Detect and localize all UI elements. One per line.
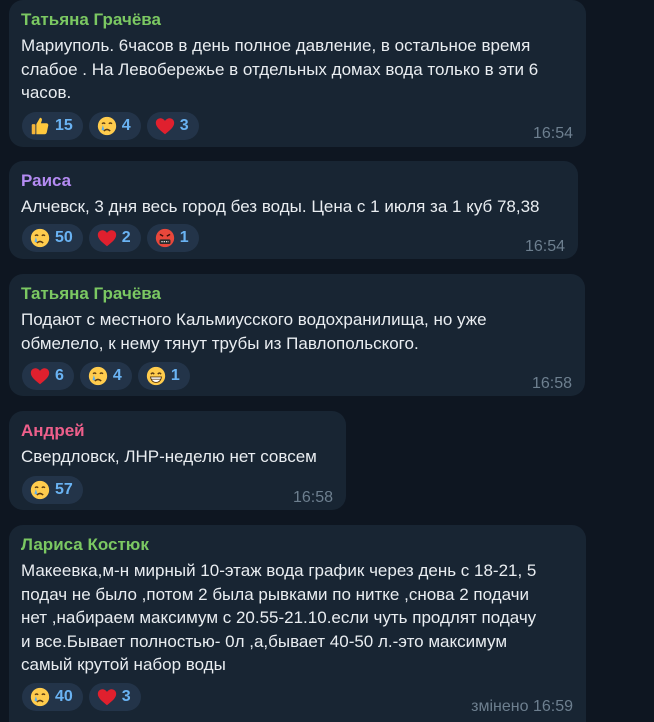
message-text-line: обмелело, к нему тянут трубы из Павлопол… bbox=[21, 333, 419, 353]
reaction-red-heart[interactable]: 2 bbox=[88, 224, 141, 252]
message-text-line: нет ,набираем максимум с 20.55-21.10.есл… bbox=[21, 608, 537, 627]
reaction-crying-face[interactable]: 57 bbox=[22, 476, 83, 504]
reaction-crying-face[interactable]: 40 bbox=[22, 683, 83, 711]
message-author[interactable]: Раиса bbox=[21, 170, 566, 192]
reaction-count: 1 bbox=[170, 367, 180, 384]
reaction-count: 3 bbox=[121, 688, 131, 705]
grinning-face-icon bbox=[146, 366, 165, 386]
reactions-bar: 15 4 3 bbox=[22, 112, 199, 140]
message-text-line: подач не было ,потом 2 была рывками по н… bbox=[21, 584, 530, 604]
message-text-line: Мариуполь. 6часов в день полное давление… bbox=[21, 36, 531, 55]
message-text-line: Алчевск, 3 дня весь город без воды. Цена… bbox=[21, 197, 540, 216]
message-time: 16:58 bbox=[531, 375, 572, 392]
crying-face-icon bbox=[30, 687, 50, 707]
red-heart-icon bbox=[97, 689, 116, 706]
message-text: Подают с местного Кальмиусского водохран… bbox=[21, 308, 573, 355]
message-text: Мариуполь. 6часов в день полное давление… bbox=[21, 34, 574, 105]
reaction-red-heart[interactable]: 6 bbox=[22, 362, 74, 390]
reaction-crying-face[interactable]: 4 bbox=[79, 362, 132, 390]
reactions-bar: 50 2 1 bbox=[22, 224, 199, 252]
message-bubble[interactable]: Андрей Свердловск, ЛНР-неделю нет совсем… bbox=[9, 411, 346, 510]
red-heart-icon bbox=[30, 368, 50, 385]
reaction-count: 4 bbox=[112, 367, 122, 384]
message-author[interactable]: Лариса Костюк bbox=[21, 534, 574, 556]
message-bubble[interactable]: Раиса Алчевск, 3 дня весь город без воды… bbox=[9, 161, 578, 259]
message-text-line: Подают с местного Кальмиусского водохран… bbox=[21, 310, 487, 329]
message-bubble[interactable]: Татьяна Грачёва Мариуполь. 6часов в день… bbox=[9, 0, 586, 147]
reaction-count: 3 bbox=[179, 117, 189, 134]
reaction-count: 6 bbox=[55, 367, 64, 384]
reactions-bar: 57 bbox=[22, 476, 83, 504]
message-time: 16:54 bbox=[524, 238, 565, 255]
reaction-crying-face[interactable]: 50 bbox=[22, 224, 83, 252]
message-text-line: слабое . На Левобережье в отдельных дома… bbox=[21, 59, 539, 79]
message-text: Свердловск, ЛНР-неделю нет совсем bbox=[21, 445, 334, 469]
message-text: Алчевск, 3 дня весь город без воды. Цена… bbox=[21, 195, 566, 219]
message-text-line: Свердловск, ЛНР-неделю нет совсем bbox=[21, 447, 317, 466]
reaction-count: 1 bbox=[179, 229, 189, 246]
reaction-crying-face[interactable]: 4 bbox=[88, 112, 141, 140]
red-heart-icon bbox=[97, 230, 116, 247]
message-bubble[interactable]: Татьяна Грачёва Подают с местного Кальми… bbox=[9, 274, 585, 396]
crying-face-icon bbox=[30, 228, 50, 248]
reaction-red-heart[interactable]: 3 bbox=[146, 112, 199, 140]
message-author[interactable]: Татьяна Грачёва bbox=[21, 9, 574, 31]
reaction-count: 40 bbox=[55, 688, 73, 705]
reactions-bar: 6 4 1 bbox=[22, 362, 190, 390]
message-text-line: часов. bbox=[21, 83, 72, 102]
reaction-count: 2 bbox=[121, 229, 131, 246]
message-time: змінено 16:59 bbox=[471, 698, 573, 715]
reaction-swearing-face[interactable]: 1 bbox=[146, 224, 199, 252]
message-feed: Татьяна Грачёва Мариуполь. 6часов в день… bbox=[0, 0, 654, 722]
message-author[interactable]: Татьяна Грачёва bbox=[21, 283, 573, 305]
reaction-count: 57 bbox=[55, 481, 73, 498]
crying-face-icon bbox=[88, 366, 108, 386]
reaction-red-heart[interactable]: 3 bbox=[88, 683, 141, 711]
red-heart-icon bbox=[155, 118, 174, 135]
reactions-bar: 40 3 bbox=[22, 683, 141, 711]
reaction-grinning-face[interactable]: 1 bbox=[137, 362, 190, 390]
message-time: 16:54 bbox=[532, 125, 573, 142]
crying-face-icon bbox=[97, 116, 116, 136]
message-text-line: самый крутой набор воды bbox=[21, 655, 226, 674]
reaction-count: 50 bbox=[55, 229, 73, 246]
crying-face-icon bbox=[30, 480, 50, 500]
message-author[interactable]: Андрей bbox=[21, 420, 334, 442]
swearing-face-icon bbox=[155, 228, 174, 248]
thumbs-up-icon bbox=[31, 117, 49, 135]
reaction-count: 4 bbox=[121, 117, 131, 134]
message-bubble[interactable]: Лариса Костюк Макеевка,м-н мирный 10-эта… bbox=[9, 525, 586, 722]
reaction-thumbs-up[interactable]: 15 bbox=[22, 112, 83, 140]
reaction-count: 15 bbox=[55, 117, 73, 134]
message-time: 16:58 bbox=[292, 489, 333, 506]
message-text-line: и все.Бывает полностью- 0л ,а,бывает 40-… bbox=[21, 631, 508, 651]
message-text-line: Макеевка,м-н мирный 10-этаж вода график … bbox=[21, 561, 537, 580]
message-text: Макеевка,м-н мирный 10-этаж вода график … bbox=[21, 559, 574, 677]
